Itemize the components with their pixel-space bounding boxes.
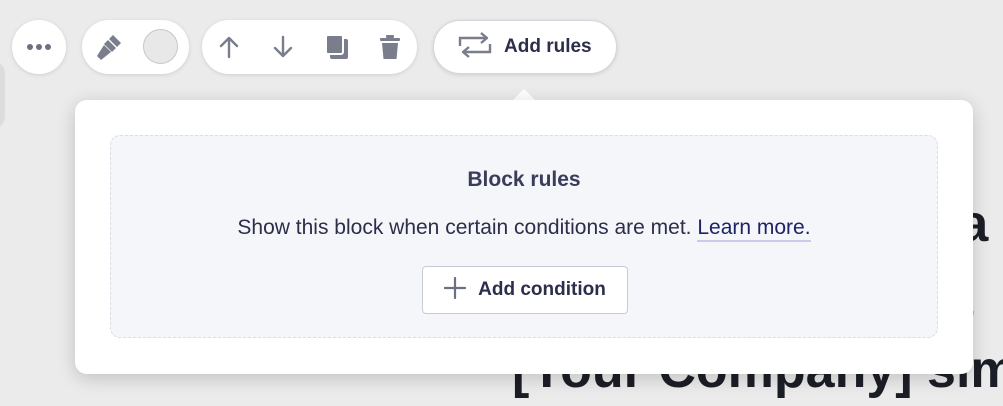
move-up-button[interactable] — [202, 20, 256, 74]
arrow-down-icon — [272, 35, 294, 59]
block-rules-panel: Block rules Show this block when certain… — [110, 135, 938, 338]
block-actions-group — [202, 20, 417, 74]
style-button[interactable] — [82, 20, 136, 74]
color-swatch[interactable] — [143, 29, 178, 64]
move-down-button[interactable] — [256, 20, 310, 74]
more-horizontal-icon — [26, 38, 52, 56]
more-options-button[interactable] — [12, 20, 66, 74]
arrow-up-icon — [218, 35, 240, 59]
delete-button[interactable] — [363, 20, 417, 74]
block-rules-description: Show this block when certain conditions … — [111, 216, 937, 242]
add-rules-content: Add rules — [434, 21, 592, 73]
block-rules-title: Block rules — [467, 168, 581, 191]
duplicate-icon — [324, 33, 350, 61]
repeat-rules-icon — [458, 31, 492, 63]
duplicate-button[interactable] — [310, 20, 364, 74]
learn-more-link[interactable]: Learn more. — [697, 216, 811, 242]
plus-icon — [444, 276, 467, 304]
style-group — [82, 20, 189, 74]
block-toolbar: Add rules — [0, 0, 640, 92]
add-condition-label: Add condition — [478, 279, 606, 300]
block-rules-popover: Block rules Show this block when certain… — [75, 100, 973, 374]
add-condition-button[interactable]: Add condition — [422, 266, 628, 314]
paint-brush-icon — [95, 33, 123, 61]
trash-icon — [379, 34, 401, 60]
add-rules-label: Add rules — [504, 36, 592, 57]
description-text: Show this block when certain conditions … — [237, 216, 692, 239]
add-rules-button[interactable]: Add rules — [433, 20, 617, 74]
